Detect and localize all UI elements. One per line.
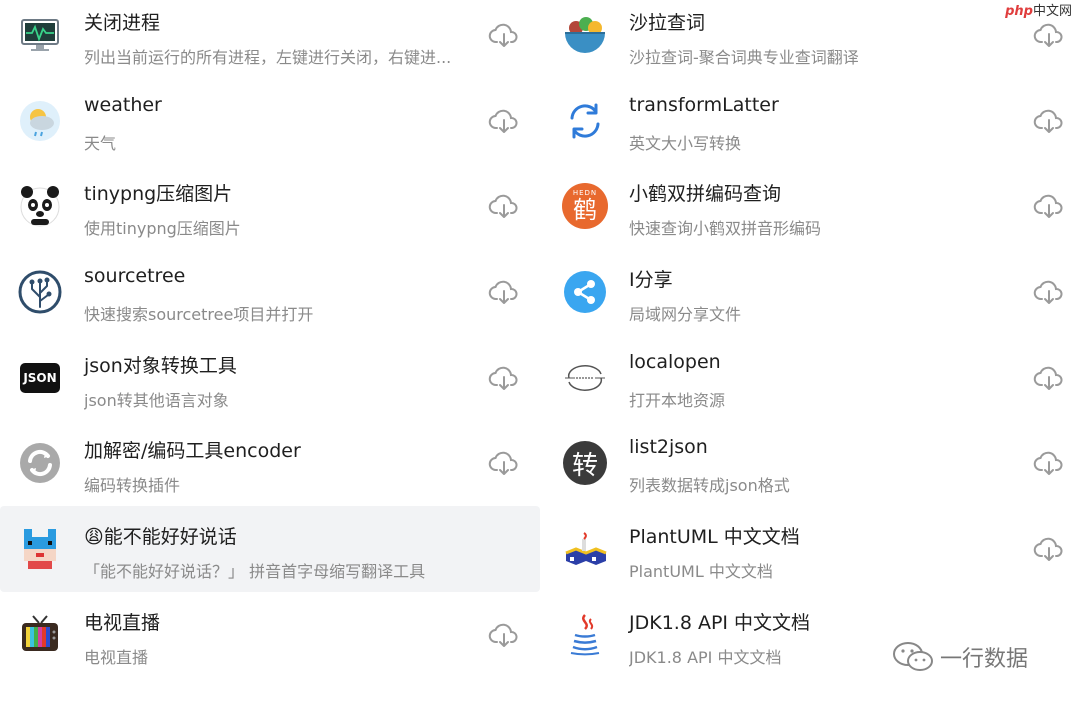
plugin-description: PlantUML 中文文档 — [629, 562, 773, 582]
plugin-row[interactable]: 沙拉查词 沙拉查词-聚合词典专业查词翻译 — [545, 0, 1080, 78]
plugin-title: localopen — [629, 350, 721, 373]
zhuan-icon: 转 — [562, 440, 608, 486]
plugin-row-highlighted[interactable]: 😩能不能好好说话 「能不能好好说话？」 拼音首字母缩写翻译工具 — [0, 506, 540, 592]
plugin-description: json转其他语言对象 — [84, 390, 229, 410]
plugin-description: 天气 — [84, 133, 117, 153]
php-site-text: 中文网 — [1032, 4, 1072, 19]
java-icon — [562, 612, 608, 658]
plugin-description: 使用tinypng压缩图片 — [84, 219, 241, 239]
plugin-title: transformLatter — [629, 93, 779, 116]
cloud-download-icon[interactable] — [488, 277, 520, 309]
plugin-description: 列表数据转成json格式 — [629, 476, 790, 496]
plugin-description: JDK1.8 API 中文文档 — [629, 647, 782, 667]
cloud-download-icon[interactable] — [1033, 448, 1065, 480]
cloud-download-icon[interactable] — [1033, 191, 1065, 223]
plugin-row[interactable]: PlantUML 中文文档 PlantUML 中文文档 — [545, 506, 1080, 592]
plugin-title: 小鹤双拼编码查询 — [629, 183, 782, 206]
plugin-row[interactable]: localopen 打开本地资源 — [545, 335, 1080, 421]
wechat-account-name: 一行数据 — [940, 647, 1029, 672]
tv-icon — [17, 612, 63, 658]
cloud-download-icon[interactable] — [488, 106, 520, 138]
cloud-download-icon[interactable] — [1033, 20, 1065, 52]
json-badge: JSON — [20, 362, 60, 393]
activity-monitor-icon — [17, 12, 63, 58]
plugin-title: JDK1.8 API 中文文档 — [629, 611, 811, 634]
cloud-download-icon[interactable] — [488, 191, 520, 223]
plugin-row[interactable]: tinypng压缩图片 使用tinypng压缩图片 — [0, 163, 540, 249]
wechat-icon — [893, 642, 933, 671]
plugin-title: json对象转换工具 — [84, 354, 237, 377]
plugin-row[interactable]: 转 list2json 列表数据转成json格式 — [545, 420, 1080, 506]
plugin-row[interactable]: 电视直播 电视直播 — [0, 592, 540, 678]
plugin-description: 英文大小写转换 — [629, 133, 742, 153]
salad-icon — [562, 12, 608, 58]
plugin-description: 编码转换插件 — [84, 476, 181, 496]
cloud-download-icon[interactable] — [488, 448, 520, 480]
plugin-row[interactable]: HEDN 鹤 小鹤双拼编码查询 快速查询小鹤双拼音形编码 — [545, 163, 1080, 249]
plugin-title: 😩能不能好好说话 — [84, 526, 237, 549]
plugin-column-right: 沙拉查词 沙拉查词-聚合词典专业查词翻译 transformLatter 英文大… — [545, 0, 1080, 678]
plugin-description: 打开本地资源 — [629, 390, 726, 410]
wechat-watermark: 一行数据 — [892, 640, 1028, 674]
heron-icon-char: 鹤 — [573, 196, 597, 225]
plugin-row[interactable]: weather 天气 — [0, 78, 540, 164]
plugin-row[interactable]: I分享 局域网分享文件 — [545, 249, 1080, 335]
refresh-icon — [562, 98, 608, 144]
plugin-row[interactable]: transformLatter 英文大小写转换 — [545, 78, 1080, 164]
zhuan-icon-char: 转 — [563, 441, 607, 486]
plugin-grid: 关闭进程 列出当前运行的所有进程，左键进行关闭，右键进... weather 天… — [0, 0, 1080, 705]
weather-icon — [17, 98, 63, 144]
plugin-description: 列出当前运行的所有进程，左键进行关闭，右键进... — [84, 48, 452, 67]
heron-icon: HEDN 鹤 — [562, 183, 608, 230]
sourcetree-icon — [17, 269, 63, 315]
plugin-description: 快速搜索sourcetree项目并打开 — [84, 305, 314, 325]
php-watermark: php中文网 — [1005, 0, 1072, 19]
localopen-icon — [562, 355, 608, 401]
plugin-description: 「能不能好好说话？」 拼音首字母缩写翻译工具 — [84, 562, 426, 582]
plugin-title: weather — [84, 93, 162, 116]
php-logo-text: php — [1005, 4, 1033, 19]
plugin-row[interactable]: sourcetree 快速搜索sourcetree项目并打开 — [0, 249, 540, 335]
plugin-title: 关闭进程 — [84, 12, 161, 34]
panda-icon — [17, 183, 63, 229]
plugin-title: sourcetree — [84, 265, 186, 288]
share-icon — [562, 269, 608, 315]
plugin-title: 电视直播 — [84, 611, 161, 634]
plantuml-icon — [562, 526, 608, 572]
cloud-download-icon[interactable] — [488, 20, 520, 52]
pixel-face-icon — [17, 526, 63, 572]
plugin-title: I分享 — [629, 269, 673, 292]
plugin-title: 加解密/编码工具encoder — [84, 440, 301, 463]
cloud-download-icon[interactable] — [1033, 106, 1065, 138]
plugin-title: tinypng压缩图片 — [84, 183, 233, 206]
plugin-description: 快速查询小鹤双拼音形编码 — [629, 219, 822, 239]
plugin-row[interactable]: 关闭进程 列出当前运行的所有进程，左键进行关闭，右键进... — [0, 0, 540, 78]
plugin-title: list2json — [629, 436, 708, 459]
plugin-column-left: 关闭进程 列出当前运行的所有进程，左键进行关闭，右键进... weather 天… — [0, 0, 540, 678]
cloud-download-icon[interactable] — [1033, 534, 1065, 566]
plugin-title: PlantUML 中文文档 — [629, 526, 800, 549]
plugin-row[interactable]: JSON json对象转换工具 json转其他语言对象 — [0, 335, 540, 421]
convert-icon — [17, 440, 63, 486]
plugin-title: 沙拉查词 — [629, 12, 706, 34]
cloud-download-icon[interactable] — [488, 620, 520, 652]
plugin-description: 沙拉查词-聚合词典专业查词翻译 — [629, 48, 859, 67]
plugin-description: 电视直播 — [84, 647, 149, 667]
plugin-row[interactable]: 加解密/编码工具encoder 编码转换插件 — [0, 420, 540, 506]
cloud-download-icon[interactable] — [488, 363, 520, 395]
json-icon: JSON — [17, 355, 63, 401]
cloud-download-icon[interactable] — [1033, 363, 1065, 395]
cloud-download-icon[interactable] — [1033, 277, 1065, 309]
plugin-description: 局域网分享文件 — [629, 305, 742, 325]
